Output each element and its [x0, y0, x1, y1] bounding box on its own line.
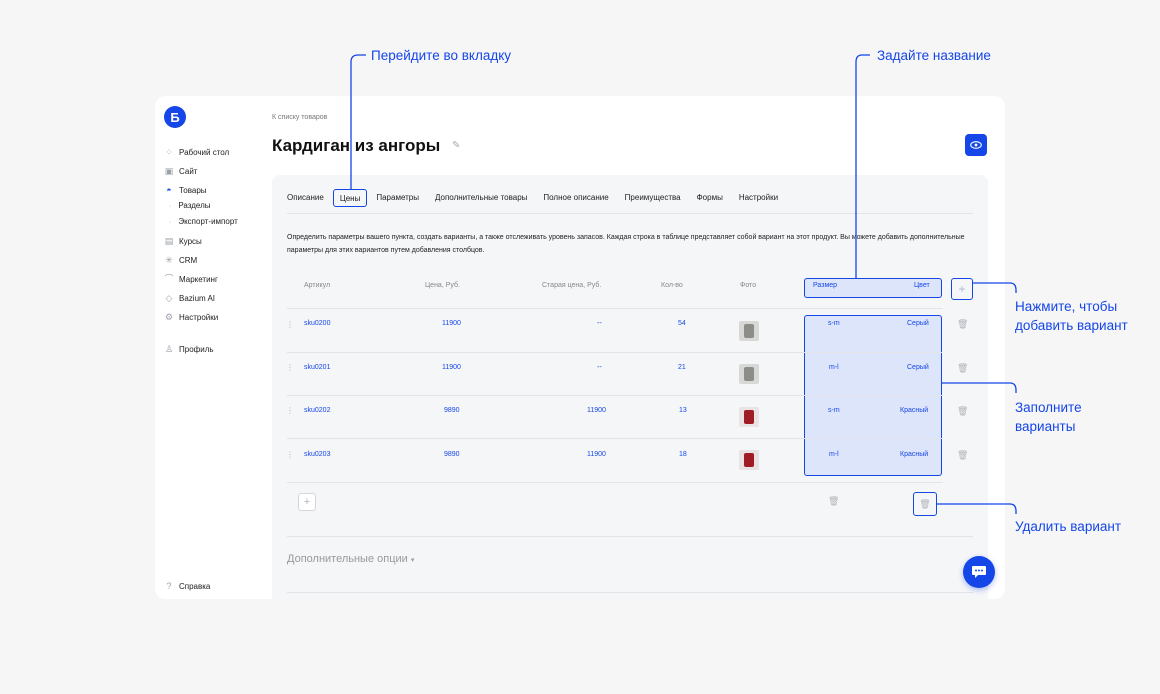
callout-lines — [350, 54, 1017, 514]
callout-go-to-tab: Перейдите во вкладку — [371, 48, 512, 63]
callout-fill-variants: Заполните варианты — [1015, 400, 1082, 434]
callout-add-variant: Нажмите, чтобы добавить вариант — [1015, 299, 1128, 333]
callout-delete-variant: Удалить вариант — [1015, 519, 1122, 534]
callout-set-name: Задайте название — [877, 48, 991, 63]
